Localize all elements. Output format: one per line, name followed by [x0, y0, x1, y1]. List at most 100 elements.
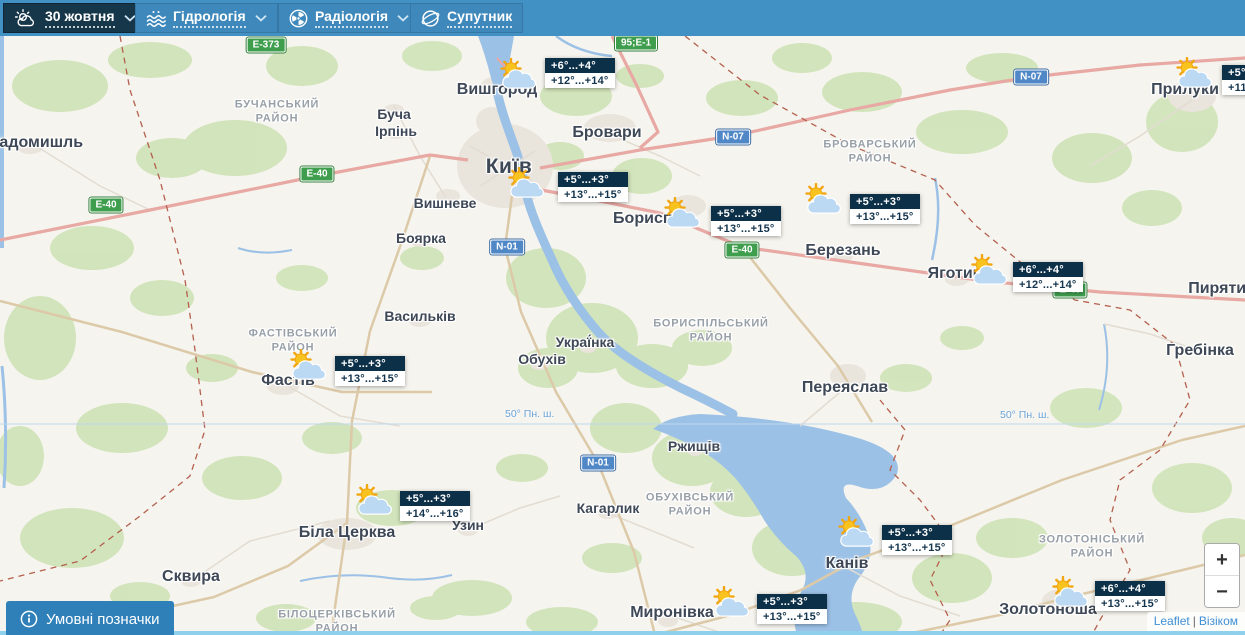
- sun-cloud-icon: [833, 516, 879, 550]
- zoom-out-button[interactable]: −: [1205, 576, 1239, 607]
- weather-marker[interactable]: [285, 349, 331, 388]
- city-label: Радомишль: [0, 134, 83, 152]
- date-label: 30 жовтня: [45, 8, 115, 28]
- temp-night: +5°...+3°: [757, 594, 827, 609]
- city-label: Ірпінь: [375, 123, 417, 139]
- globe-icon: [421, 9, 440, 28]
- weather-marker[interactable]: [1171, 57, 1217, 96]
- district-label: БРОВАРСЬКИЙ РАЙОН: [823, 138, 916, 167]
- city-label: Украї́нка: [556, 334, 615, 350]
- city-label: Вишневе: [414, 195, 477, 211]
- city-label: Гребінка: [1166, 342, 1234, 360]
- city-label: Біла Церква: [299, 524, 396, 542]
- weather-marker[interactable]: [659, 197, 705, 236]
- map-attribution: Leaflet|Візіком: [1147, 612, 1245, 631]
- weather-marker[interactable]: [966, 254, 1012, 293]
- weather-tooltip[interactable]: +6°...+4°+13°...+15°: [1095, 581, 1165, 611]
- city-label: Пирятин: [1188, 280, 1245, 298]
- hydrology-dropdown-button[interactable]: Гідрологія: [135, 3, 278, 33]
- weather-tooltip[interactable]: +5°...+3°+14°...+16°: [400, 491, 470, 521]
- temp-day: +13°...+15°: [711, 221, 781, 236]
- city-label: Буча: [377, 106, 411, 122]
- chevron-down-icon: [397, 15, 409, 22]
- district-label: БОРИСПІЛЬСЬКИЙ РАЙОН: [653, 317, 769, 346]
- temp-night: +6°...+4°: [1095, 581, 1165, 596]
- temp-day: +13°...+15°: [850, 209, 920, 224]
- road-badge: E-373: [247, 38, 286, 53]
- city-label: Бровари: [572, 124, 641, 142]
- vizicom-link[interactable]: Візіком: [1199, 614, 1238, 628]
- district-label: ЗОЛОТОНІСЬКИЙ РАЙОН: [1039, 533, 1145, 562]
- zoom-control: + −: [1204, 543, 1240, 608]
- latitude-label: 50° Пн. ш.: [1000, 409, 1049, 421]
- weather-tooltip[interactable]: +6°...+4°+12°...+14°: [545, 58, 615, 88]
- weather-tooltip[interactable]: +5°...+3°+13°...+15°: [711, 206, 781, 236]
- weather-tooltip[interactable]: +5°...+3°+13°...+15°: [335, 356, 405, 386]
- city-label: Миронівка: [630, 604, 714, 622]
- info-icon: [20, 610, 38, 628]
- weather-map-app: 30 жовтня Гідрологія: [0, 0, 1245, 635]
- city-label: Обухів: [518, 351, 566, 367]
- legend-button-label: Умовні позначки: [46, 611, 160, 628]
- satellite-label: Супутник: [447, 8, 512, 28]
- weather-tooltip[interactable]: +6°...+4°+12°...+14°: [1013, 262, 1083, 292]
- weather-marker[interactable]: [800, 183, 846, 222]
- road-badge: E-40: [725, 243, 758, 258]
- temp-day: +14°...+16°: [400, 506, 470, 521]
- weather-marker[interactable]: [351, 484, 397, 523]
- sun-cloud-icon: [659, 197, 705, 231]
- chevron-down-icon: [255, 15, 267, 22]
- sun-cloud-icon: [14, 9, 38, 27]
- district-label: ОБУХІВСЬКИЙ РАЙОН: [646, 491, 734, 520]
- road-badge: N-07: [716, 130, 750, 145]
- temp-night: +5°...+3°: [335, 356, 405, 371]
- city-label: Канів: [826, 555, 869, 573]
- district-label: БУЧАНСЬКИЙ РАЙОН: [235, 98, 319, 127]
- city-label: Ржищів: [668, 438, 720, 454]
- map-overlays: РадомишльБучаІрпіньВишгородКиївБровариВи…: [0, 36, 1245, 635]
- road-badge: E-40: [300, 167, 333, 182]
- sun-cloud-icon: [351, 484, 397, 518]
- map-canvas[interactable]: РадомишльБучаІрпіньВишгородКиївБровариВи…: [0, 36, 1245, 635]
- road-badge: N-07: [1014, 70, 1048, 85]
- satellite-button[interactable]: Супутник: [410, 3, 523, 33]
- weather-tooltip[interactable]: +5°...+3°+13°...+15°: [850, 194, 920, 224]
- temp-night: +6°...+4°: [1013, 262, 1083, 277]
- weather-tooltip[interactable]: +5°...+3°+13°...+15°: [558, 172, 628, 202]
- weather-tooltip[interactable]: +5°...+3°+13°...+15°: [757, 594, 827, 624]
- temp-night: +5°...+3°: [400, 491, 470, 506]
- sun-cloud-icon: [708, 586, 754, 620]
- attribution-separator: |: [1193, 614, 1196, 628]
- leaflet-link[interactable]: Leaflet: [1154, 614, 1190, 628]
- chevron-down-icon: [124, 15, 136, 22]
- temp-night: +5°...+3°: [558, 172, 628, 187]
- temp-night: +6°...+4°: [545, 58, 615, 73]
- sun-cloud-icon: [495, 58, 541, 92]
- temp-day: +13°...+15°: [335, 371, 405, 386]
- radiology-label: Радіологія: [315, 8, 388, 28]
- weather-marker[interactable]: [708, 586, 754, 625]
- city-label: Боярка: [396, 230, 446, 246]
- radiation-icon: [289, 9, 308, 28]
- city-label: Васильків: [384, 308, 455, 324]
- temp-day: +11°: [1222, 80, 1245, 95]
- city-label: Кагарлик: [577, 500, 640, 516]
- weather-marker[interactable]: [833, 516, 879, 555]
- weather-marker[interactable]: [503, 167, 549, 206]
- temp-night: +5°...+3°: [882, 525, 952, 540]
- zoom-in-button[interactable]: +: [1205, 544, 1239, 575]
- temp-day: +13°...+15°: [1095, 596, 1165, 611]
- radiology-dropdown-button[interactable]: Радіологія: [278, 3, 420, 33]
- road-badge: N-01: [581, 456, 615, 471]
- weather-marker[interactable]: [1047, 576, 1093, 615]
- legend-button[interactable]: Умовні позначки: [6, 601, 174, 635]
- weather-marker[interactable]: [495, 58, 541, 97]
- waves-icon: [146, 10, 166, 27]
- weather-tooltip[interactable]: +5°+11°: [1222, 65, 1245, 95]
- sun-cloud-icon: [966, 254, 1012, 288]
- city-label: Сквира: [162, 568, 220, 586]
- city-label: Березань: [805, 242, 880, 260]
- date-dropdown-button[interactable]: 30 жовтня: [3, 3, 147, 33]
- road-badge: E-40: [89, 198, 122, 213]
- weather-tooltip[interactable]: +5°...+3°+13°...+15°: [882, 525, 952, 555]
